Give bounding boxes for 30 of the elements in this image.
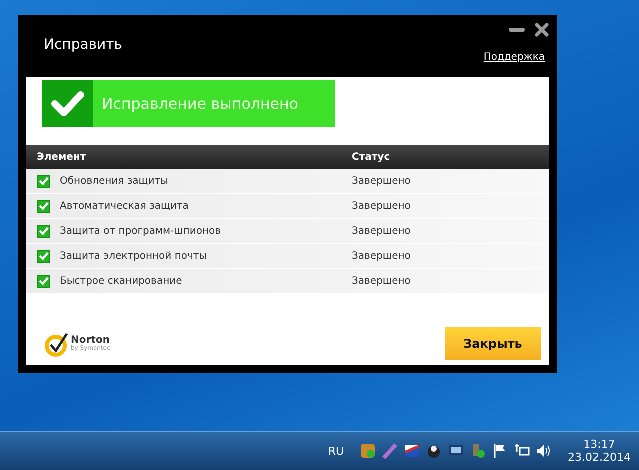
speaker-icon[interactable] bbox=[536, 443, 552, 459]
support-link[interactable]: Поддержка bbox=[484, 52, 545, 63]
status-text: Завершено bbox=[352, 226, 411, 236]
item-name: Обновления защиты bbox=[60, 176, 168, 186]
status-text: Завершено bbox=[352, 250, 411, 262]
item-name: Быстрое сканирование bbox=[60, 276, 182, 286]
status-text: Завершено bbox=[352, 276, 411, 286]
clock[interactable]: 13:17 23.02.2014 bbox=[568, 438, 631, 464]
flag-app-icon[interactable] bbox=[404, 443, 420, 459]
close-icon bbox=[535, 23, 549, 37]
minimize-icon bbox=[509, 27, 525, 33]
item-name: Защита от программ-шпионов bbox=[60, 226, 221, 236]
close-dialog-button[interactable]: Закрыть bbox=[445, 327, 541, 360]
logo-name: Norton bbox=[71, 336, 110, 346]
item-name: Автоматическая защита bbox=[60, 200, 189, 212]
status-text: Завершено bbox=[352, 200, 411, 212]
logo-icon bbox=[44, 330, 70, 356]
item-name: Защита электронной почты bbox=[60, 250, 208, 262]
tray-app-icon[interactable] bbox=[426, 443, 442, 459]
column-header: Статус bbox=[352, 152, 390, 162]
clock-time: 13:17 bbox=[584, 438, 616, 451]
language-indicator[interactable]: RU bbox=[328, 444, 344, 458]
status-text: Завершено bbox=[352, 176, 411, 186]
window-title: Исправить bbox=[44, 37, 123, 53]
checkmark-icon bbox=[50, 90, 84, 118]
banner-text: Исправление выполнено bbox=[102, 94, 298, 112]
close-button[interactable] bbox=[535, 23, 549, 37]
column-header: Элемент bbox=[36, 152, 88, 162]
clock-date: 23.02.2014 bbox=[568, 451, 631, 464]
network-icon[interactable] bbox=[514, 443, 530, 459]
